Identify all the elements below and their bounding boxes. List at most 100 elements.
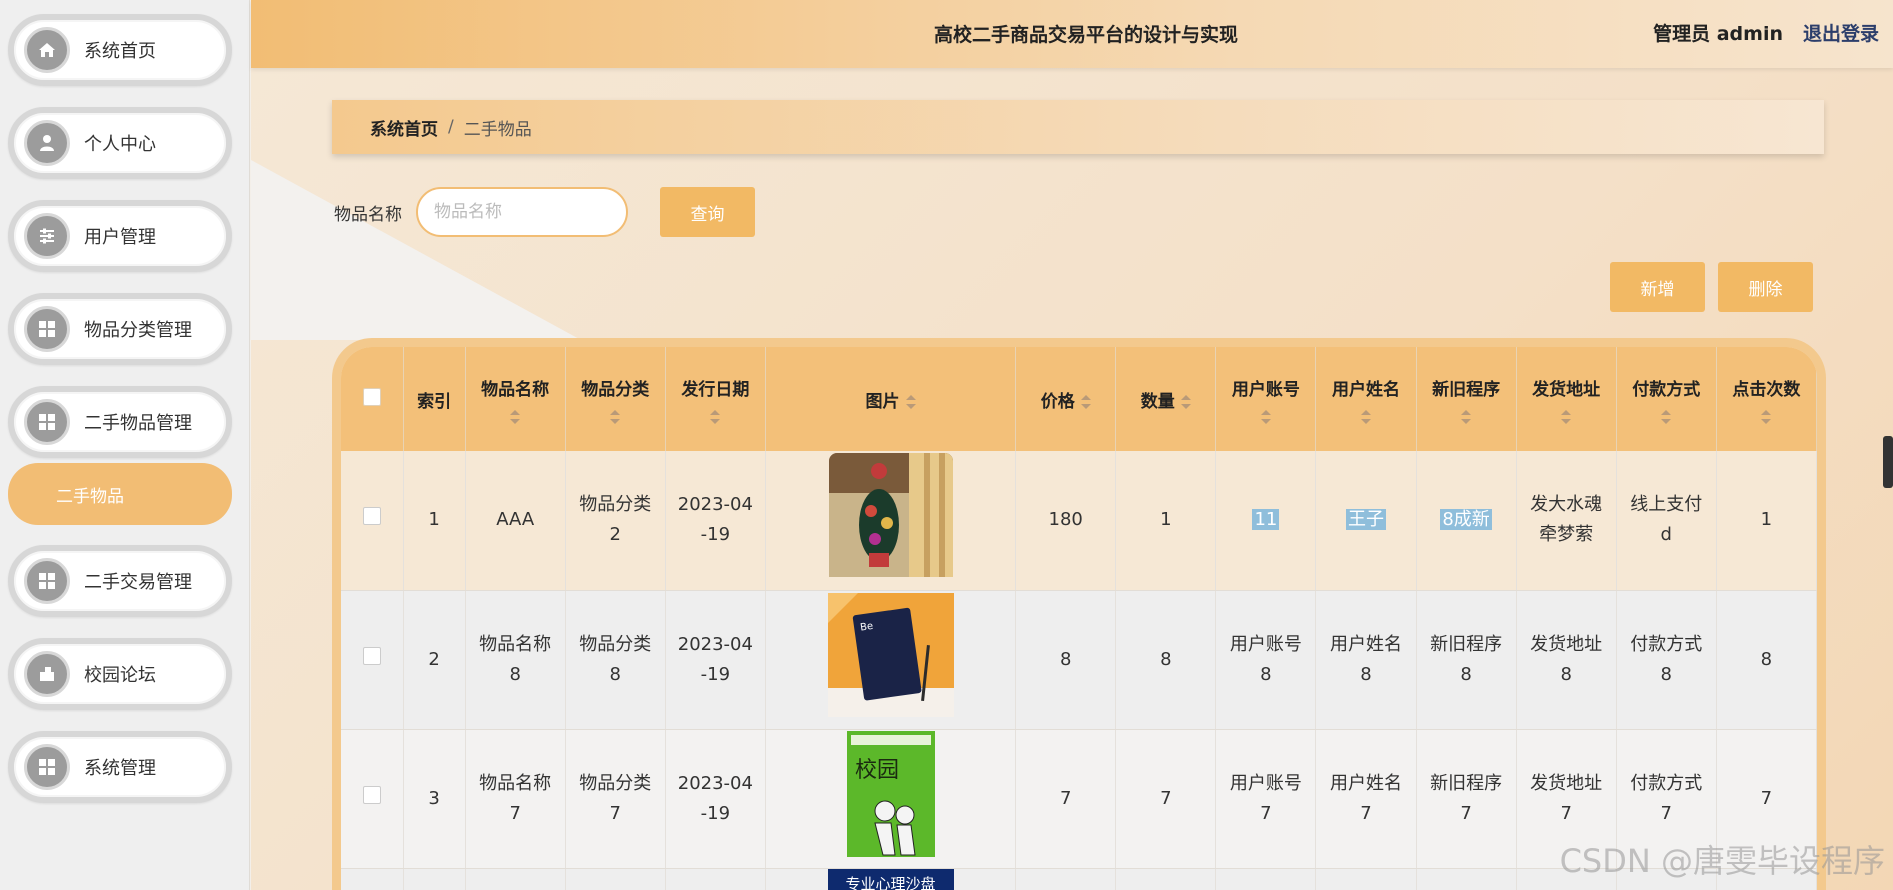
grid-icon	[24, 744, 70, 790]
goods-table: 索引 物品名称 物品分类 发行日期 图片 价格 数量 用户账号 用户姓名 新旧程…	[332, 338, 1826, 890]
cell-payment: 线上支付 d	[1616, 451, 1717, 591]
cell-index: 3	[403, 729, 466, 869]
sidebar-item-category[interactable]: 物品分类管理	[8, 293, 232, 365]
sidebar-item-users[interactable]: 用户管理	[8, 200, 232, 272]
cell-image: Be	[765, 590, 1017, 730]
row-checkbox-cell	[341, 868, 404, 890]
col-header-label: 点击次数	[1732, 379, 1801, 400]
cell-address: 发货地址 8	[1516, 590, 1617, 730]
cell-date: 2023-04 -19	[665, 451, 766, 591]
col-clicks[interactable]: 点击次数	[1716, 347, 1817, 451]
sidebar-item-label: 系统首页	[84, 41, 156, 62]
col-address[interactable]: 发货地址	[1516, 347, 1617, 451]
row-checkbox[interactable]	[362, 785, 381, 804]
sidebar: 系统首页 个人中心 用户管理 物品分类管理 二手物品管理 二手物品 二手交易管理	[0, 0, 250, 890]
col-condition[interactable]: 新旧程序	[1416, 347, 1517, 451]
select-all-checkbox[interactable]	[362, 387, 381, 406]
sidebar-item-system[interactable]: 系统管理	[8, 731, 232, 803]
cell-name: 物品名称 8	[465, 590, 566, 730]
cell-text: 用户账号	[1229, 633, 1302, 655]
product-image[interactable]: 专业心理沙盘	[827, 868, 954, 890]
cell-text: 线上支付	[1630, 494, 1703, 516]
sort-icon[interactable]	[1260, 409, 1271, 424]
cell-text: -19	[700, 663, 731, 685]
cell-username: 王子	[1315, 451, 1417, 591]
add-button[interactable]: 新增	[1610, 262, 1705, 312]
col-account[interactable]: 用户账号	[1215, 347, 1317, 451]
breadcrumb-current: 二手物品	[463, 119, 532, 140]
cell-text: -19	[700, 524, 731, 546]
sidebar-subitem-goods[interactable]: 二手物品	[8, 463, 232, 525]
cell-text: 2023-04	[677, 633, 753, 655]
breadcrumb-home[interactable]: 系统首页	[370, 115, 438, 140]
cell-date: 2023-04 -19	[665, 590, 766, 730]
col-payment[interactable]: 付款方式	[1616, 347, 1717, 451]
col-index: 索引	[403, 347, 466, 451]
sort-icon[interactable]	[905, 394, 916, 409]
admin-label: 管理员 admin	[1653, 23, 1783, 45]
query-button[interactable]: 查询	[660, 187, 755, 237]
sidebar-item-home[interactable]: 系统首页	[8, 14, 232, 86]
table-row[interactable]: 1 AAA 物品分类 2 2023-04 -19 180 1 11 王子 8成新…	[341, 451, 1817, 591]
col-date[interactable]: 发行日期	[665, 347, 766, 451]
col-price[interactable]: 价格	[1015, 347, 1117, 451]
sort-icon[interactable]	[1561, 409, 1572, 424]
search-label: 物品名称	[334, 205, 402, 225]
row-checkbox-cell	[341, 590, 404, 730]
col-header-label: 图片	[865, 391, 900, 412]
cell-image: 专业心理沙盘	[765, 868, 1017, 890]
sort-icon[interactable]	[1761, 409, 1772, 424]
col-qty[interactable]: 数量	[1115, 347, 1217, 451]
cell-date	[665, 868, 766, 890]
scrollbar[interactable]	[1883, 436, 1893, 488]
sort-icon[interactable]	[610, 409, 621, 424]
product-image[interactable]: Be	[827, 592, 954, 727]
cell-text: 物品名称	[479, 633, 552, 655]
cell-address: 发大水魂 牵梦萦	[1516, 451, 1617, 591]
sort-icon[interactable]	[1080, 394, 1091, 409]
cell-account	[1215, 868, 1317, 890]
cell-text: 2023-04	[677, 494, 753, 516]
delete-button[interactable]: 删除	[1718, 262, 1813, 312]
col-header-label: 新旧程序	[1432, 379, 1501, 400]
sidebar-item-label: 二手交易管理	[84, 572, 192, 593]
search-input[interactable]	[416, 187, 628, 237]
cell-name	[465, 868, 566, 890]
row-checkbox[interactable]	[362, 507, 381, 526]
cell-index	[403, 868, 466, 890]
cell-category: 物品分类 2	[565, 451, 666, 591]
col-username[interactable]: 用户姓名	[1315, 347, 1417, 451]
col-category[interactable]: 物品分类	[565, 347, 666, 451]
cell-text: 7	[1360, 802, 1372, 824]
col-name[interactable]: 物品名称	[465, 347, 566, 451]
product-image[interactable]	[828, 453, 953, 587]
sidebar-item-forum[interactable]: 校园论坛	[8, 638, 232, 710]
col-header-label: 发行日期	[681, 379, 750, 400]
cell-condition: 新旧程序 7	[1416, 729, 1517, 869]
col-header-label: 付款方式	[1632, 379, 1701, 400]
sidebar-item-label: 个人中心	[84, 134, 156, 155]
product-image[interactable]: 校园	[846, 730, 935, 867]
col-header-label: 物品分类	[581, 379, 650, 400]
logout-link[interactable]: 退出登录	[1803, 19, 1879, 46]
sort-icon[interactable]	[1360, 409, 1371, 424]
sidebar-item-profile[interactable]: 个人中心	[8, 107, 232, 179]
sort-icon[interactable]	[1661, 409, 1672, 424]
sort-icon[interactable]	[510, 409, 521, 424]
col-header-label: 发货地址	[1532, 379, 1601, 400]
cell-username: 用户姓名 7	[1315, 729, 1417, 869]
sort-icon[interactable]	[1180, 394, 1191, 409]
row-checkbox[interactable]	[362, 646, 381, 665]
table-row[interactable]: 2 物品名称 8 物品分类 8 2023-04 -19 Be 8 8 用户账号 …	[341, 590, 1817, 730]
sort-icon[interactable]	[710, 409, 721, 424]
sort-icon[interactable]	[1461, 409, 1472, 424]
grid-icon	[24, 306, 70, 352]
sidebar-item-trade[interactable]: 二手交易管理	[8, 545, 232, 617]
cell-text: 物品分类	[579, 772, 652, 794]
selected-text: 8成新	[1440, 509, 1492, 531]
cell-text: 7	[609, 802, 621, 824]
cell-text: 7	[1460, 802, 1472, 824]
col-image[interactable]: 图片	[765, 347, 1017, 451]
svg-text:Be: Be	[859, 620, 873, 633]
sidebar-item-goods[interactable]: 二手物品管理	[8, 386, 232, 458]
